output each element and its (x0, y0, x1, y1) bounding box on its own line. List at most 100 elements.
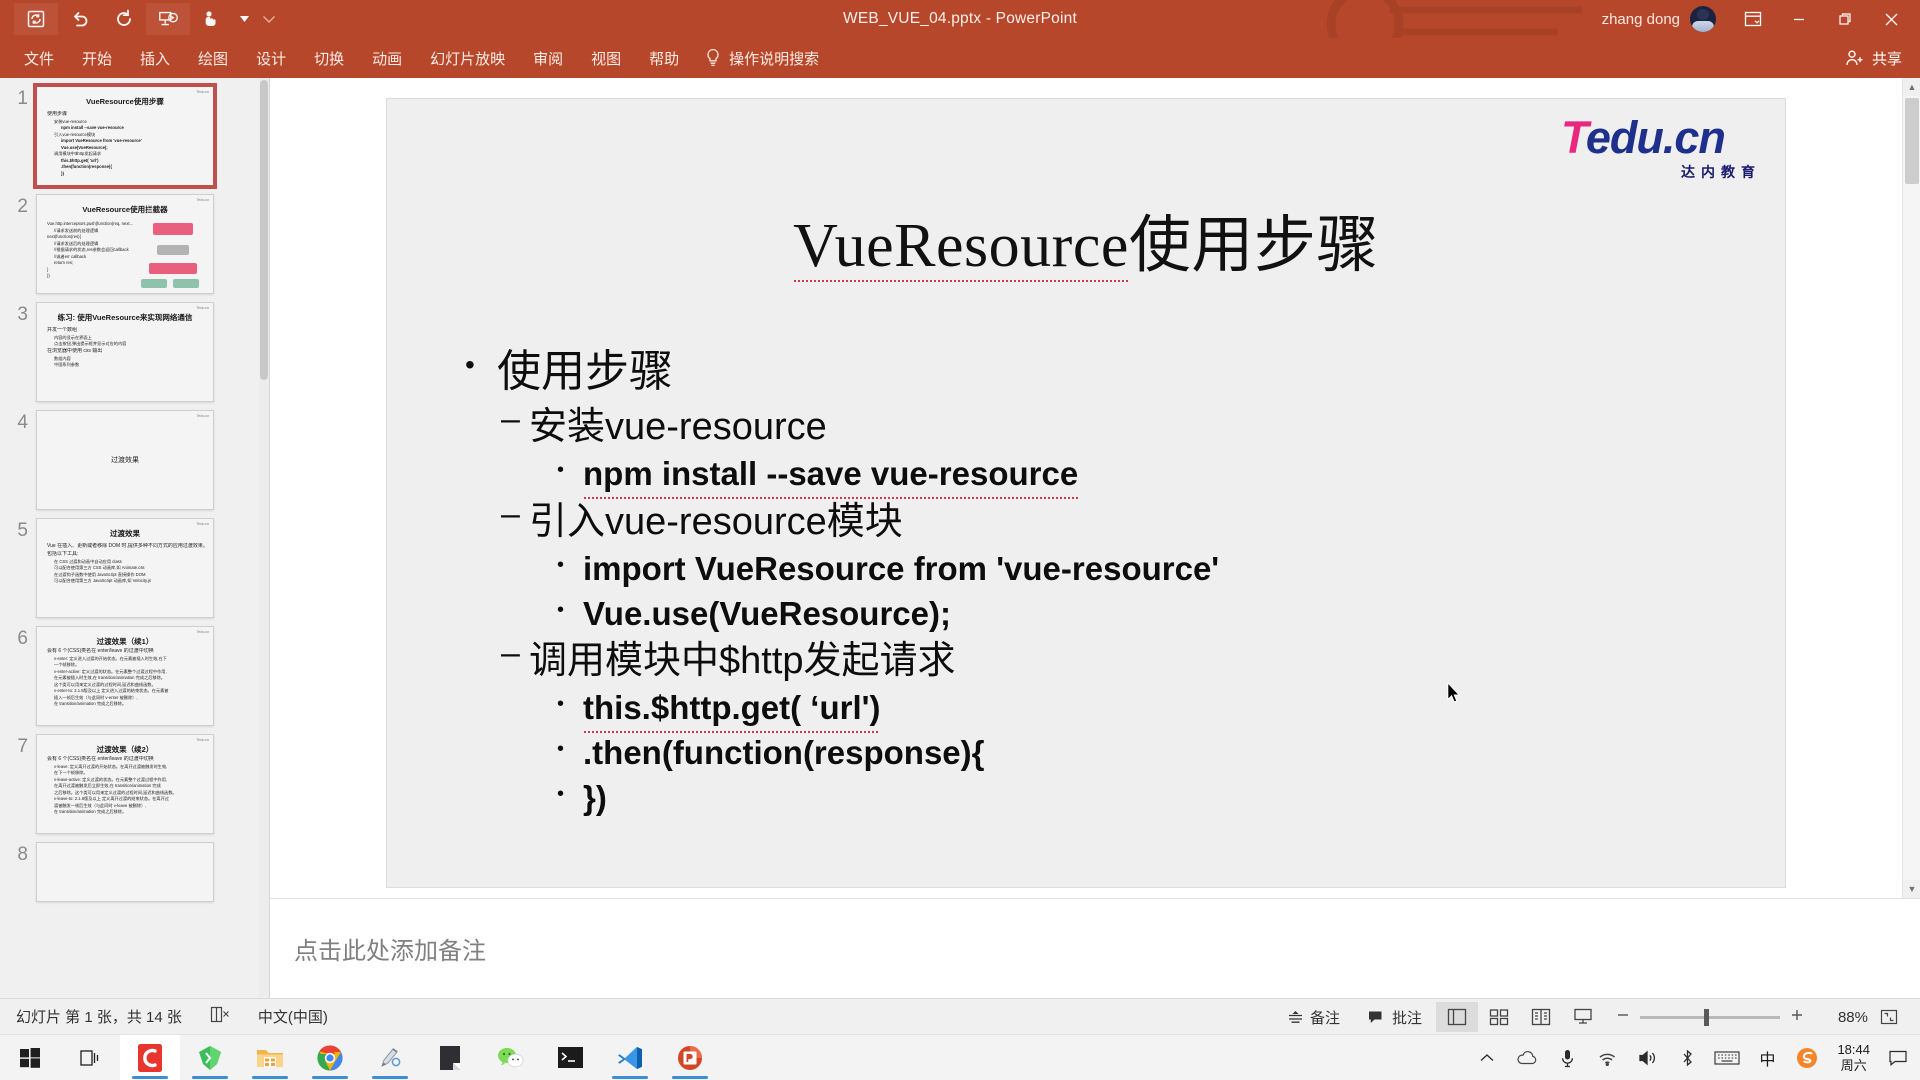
network-icon[interactable] (1587, 1035, 1627, 1080)
close-button[interactable] (1868, 0, 1914, 38)
reading-view-button[interactable] (1520, 1002, 1562, 1032)
slide-thumbnail-2[interactable]: Tedu.cn VueResource使用拦截器 Vue.http.interc… (36, 194, 214, 294)
thumbnail-row-5[interactable]: 5 Tedu.cn 过渡效果 Vue 在插入、更新或者移除 DOM 时,提供多种… (0, 510, 269, 618)
slide-thumbnail-5[interactable]: Tedu.cn 过渡效果 Vue 在插入、更新或者移除 DOM 时,提供多种不同… (36, 518, 214, 618)
slide-thumbnail-3[interactable]: Tedu.cn 练习: 使用VueResource来实现网络通信 并发一个数组 … (36, 302, 214, 402)
taskbar-app-terminal[interactable] (540, 1035, 600, 1080)
scrollbar-thumb[interactable] (1905, 98, 1919, 184)
autosave-icon[interactable] (14, 3, 58, 35)
zoom-slider[interactable] (1604, 1008, 1816, 1026)
thumbnail-row-8[interactable]: 8 (0, 834, 269, 902)
scroll-down-icon[interactable]: ▼ (1903, 880, 1920, 898)
microphone-icon[interactable] (1547, 1035, 1587, 1080)
taskbar-app-powerpoint[interactable] (660, 1035, 720, 1080)
tab-view[interactable]: 视图 (577, 38, 635, 78)
accessibility-checker-icon[interactable] (210, 1006, 230, 1027)
zoom-in-button[interactable] (1790, 1008, 1804, 1026)
notes-placeholder[interactable]: 点击此处添加备注 (270, 899, 1920, 966)
tedu-logo: Tedu.cn 达内教育 (1561, 115, 1761, 180)
clock[interactable]: 18:44 周六 (1827, 1042, 1880, 1075)
taskbar-app-webstorm[interactable] (180, 1035, 240, 1080)
touch-mode-chevron-down-icon[interactable] (234, 3, 254, 35)
thumbnail-row-2[interactable]: 2 Tedu.cn VueResource使用拦截器 Vue.http.inte… (0, 186, 269, 294)
tab-file[interactable]: 文件 (10, 38, 68, 78)
notes-pane[interactable]: 点击此处添加备注 (270, 898, 1920, 998)
slide-thumbnail-6[interactable]: Tedu.cn 过渡效果（续1） 会有 6 个(CSS)类名在 enter/le… (36, 626, 214, 726)
scroll-up-icon[interactable]: ▲ (1903, 78, 1920, 96)
slide-counter[interactable]: 幻灯片 第 1 张，共 14 张 (16, 1006, 182, 1027)
zoom-handle[interactable] (1704, 1008, 1709, 1026)
touch-mode-icon[interactable] (190, 3, 234, 35)
slide-thumbnail-8[interactable] (36, 842, 214, 902)
slide-thumbnail-1[interactable]: Tedu.cn VueResource使用步骤 使用步骤 安装vue-resou… (33, 83, 217, 189)
tab-slideshow[interactable]: 幻灯片放映 (416, 38, 519, 78)
comments-toggle-button[interactable]: 批注 (1354, 999, 1436, 1035)
fit-slide-to-window-button[interactable] (1868, 1002, 1910, 1032)
slide-thumbnail-7[interactable]: Tedu.cn 过渡效果（续2） 会有 6 个(CSS)类名在 enter/le… (36, 734, 214, 834)
taskbar-app-wechat[interactable] (480, 1035, 540, 1080)
touch-keyboard-icon[interactable] (1707, 1035, 1747, 1080)
taskbar-app-notepad[interactable] (420, 1035, 480, 1080)
redo-icon[interactable] (102, 3, 146, 35)
slide-sorter-button[interactable] (1478, 1002, 1520, 1032)
tab-animations[interactable]: 动画 (358, 38, 416, 78)
undo-icon[interactable] (58, 3, 102, 35)
tab-design[interactable]: 设计 (242, 38, 300, 78)
slide-thumbnail-pane[interactable]: 1 Tedu.cn VueResource使用步骤 使用步骤 安装vue-res… (0, 78, 270, 998)
tab-insert[interactable]: 插入 (126, 38, 184, 78)
slideshow-button[interactable] (1562, 1002, 1604, 1032)
slide-body-placeholder[interactable]: • 使用步骤 – 安装vue-resource • npm install --… (465, 344, 1745, 820)
taskbar-app-file-explorer[interactable] (240, 1035, 300, 1080)
tab-home[interactable]: 开始 (68, 38, 126, 78)
normal-view-button[interactable] (1436, 1002, 1478, 1032)
thumbnail-row-3[interactable]: 3 Tedu.cn 练习: 使用VueResource来实现网络通信 并发一个数… (0, 294, 269, 402)
taskbar-app-snipping[interactable] (360, 1035, 420, 1080)
start-from-beginning-icon[interactable] (146, 3, 190, 35)
zoom-out-button[interactable] (1616, 1008, 1630, 1026)
taskbar-app-vscode[interactable] (600, 1035, 660, 1080)
slide-title[interactable]: VueResource使用步骤 (387, 194, 1785, 284)
thumbnail-row-4[interactable]: 4 Tedu.cn 过渡效果 (0, 402, 269, 510)
thumbnail-row-1[interactable]: 1 Tedu.cn VueResource使用步骤 使用步骤 安装vue-res… (0, 78, 269, 189)
start-button[interactable] (0, 1035, 60, 1080)
share-button[interactable]: 共享 (1845, 38, 1902, 78)
thumbnail-row-6[interactable]: 6 Tedu.cn 过渡效果（续1） 会有 6 个(CSS)类名在 enter/… (0, 618, 269, 726)
taskbar-app-chrome[interactable] (300, 1035, 360, 1080)
bluetooth-icon[interactable] (1667, 1035, 1707, 1080)
account-name[interactable]: zhang dong (1602, 11, 1680, 28)
bullet-text: .then(function(response){ (583, 733, 985, 771)
customize-qat-icon[interactable] (254, 3, 284, 35)
ime-mode-icon[interactable]: 中 (1747, 1035, 1787, 1080)
language-label[interactable]: 中文(中国) (258, 1006, 328, 1027)
windows-logo-icon (20, 1047, 40, 1068)
tab-draw[interactable]: 绘图 (184, 38, 242, 78)
thumb-title: VueResource使用拦截器 (82, 205, 168, 214)
slide-edit-area[interactable]: Tedu.cn 达内教育 VueResource使用步骤 • 使用步骤 – 安装… (270, 78, 1920, 898)
tab-help[interactable]: 帮助 (635, 38, 693, 78)
slide-area-scrollbar[interactable]: ▲ ▼ (1902, 78, 1920, 898)
tab-transitions[interactable]: 切换 (300, 38, 358, 78)
notes-toggle-button[interactable]: 备注 (1273, 999, 1354, 1035)
tell-me-search[interactable]: 操作说明搜索 (693, 48, 819, 69)
taskbar-app-camtasia[interactable] (120, 1034, 180, 1080)
thumbnail-row-7[interactable]: 7 Tedu.cn 过渡效果（续2） 会有 6 个(CSS)类名在 enter/… (0, 726, 269, 834)
show-hidden-icons-button[interactable] (1467, 1035, 1507, 1080)
current-slide[interactable]: Tedu.cn 达内教育 VueResource使用步骤 • 使用步骤 – 安装… (386, 98, 1786, 888)
tab-review[interactable]: 审阅 (519, 38, 577, 78)
task-view-icon (80, 1049, 99, 1066)
notification-center-button[interactable] (1880, 1035, 1916, 1080)
minimize-button[interactable] (1776, 0, 1822, 38)
thumbnail-scrollbar-thumb[interactable] (260, 80, 268, 380)
volume-icon[interactable] (1627, 1035, 1667, 1080)
avatar[interactable] (1690, 6, 1716, 32)
thumbnail-pane-scrollbar[interactable] (259, 78, 269, 998)
slide-thumbnail-4[interactable]: Tedu.cn 过渡效果 (36, 410, 214, 510)
restore-button[interactable] (1822, 0, 1868, 38)
window-controls: zhang dong (1602, 0, 1920, 38)
zoom-percent-label[interactable]: 88% (1816, 1009, 1868, 1026)
task-view-button[interactable] (60, 1035, 120, 1080)
sogou-input-icon[interactable] (1787, 1035, 1827, 1080)
ribbon-display-options-icon[interactable] (1730, 0, 1776, 38)
zoom-track[interactable] (1640, 1008, 1780, 1026)
onedrive-icon[interactable] (1507, 1035, 1547, 1080)
